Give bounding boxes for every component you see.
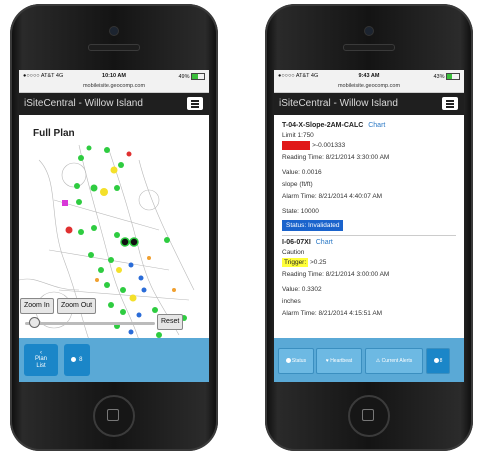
status-button-label: Status	[291, 358, 307, 364]
menu-icon[interactable]	[442, 97, 458, 110]
info-icon	[433, 358, 439, 364]
home-button[interactable]	[348, 395, 390, 437]
info-button[interactable]: 8	[426, 348, 450, 374]
speaker-grille	[88, 44, 140, 51]
sensor-name: I-06-07XI	[282, 239, 311, 246]
heart-icon: ♥	[325, 358, 329, 364]
phone-right: ●○○○○ AT&T 4G 9:43 AM 43% mobileisite.ge…	[265, 4, 473, 451]
level-label: Caution	[282, 249, 305, 256]
camera-icon	[109, 26, 119, 36]
page-title: Full Plan	[33, 128, 75, 139]
sensor-header: I-06-07XI Chart	[282, 239, 456, 246]
trigger-value: >-0.001333	[312, 142, 346, 149]
state: State: 10000	[282, 208, 319, 215]
current-alerts-button[interactable]: ⚠ Current Alerts	[365, 348, 423, 374]
reading-time: Reading Time: 8/21/2014 3:30:00 AM	[282, 154, 390, 161]
battery-icon	[191, 73, 205, 80]
trigger-badge: Trigger:	[282, 258, 309, 267]
app-title: iSiteCentral - Willow Island	[24, 98, 143, 109]
screen-alerts: ●○○○○ AT&T 4G 9:43 AM 43% mobileisite.ge…	[274, 70, 464, 382]
app-title-bar: iSiteCentral - Willow Island	[19, 93, 209, 115]
battery-indicator: 43%	[433, 73, 460, 80]
sensor-header: T-04-X-Slope-2AM-CALC Chart	[282, 122, 456, 129]
limit-label: Limit 1:750	[282, 132, 314, 139]
phone-left: ●○○○○ AT&T 4G 10:10 AM 49% mobileisite.g…	[10, 4, 218, 451]
value: Value: 0.0016	[282, 169, 322, 176]
status-bar: ●○○○○ AT&T 4G 9:43 AM 43%	[274, 70, 464, 82]
app-title-bar: iSiteCentral - Willow Island	[274, 93, 464, 115]
zoom-slider-thumb[interactable]	[29, 317, 40, 328]
status-icon	[285, 358, 291, 364]
battery-indicator: 49%	[178, 73, 205, 80]
current-alerts-button-label: Current Alerts	[381, 358, 413, 364]
battery-percent: 49%	[178, 73, 190, 80]
status-button[interactable]: Status	[278, 348, 314, 374]
zoom-in-button[interactable]: Zoom In	[20, 298, 54, 314]
speaker-grille	[343, 44, 395, 51]
app-title: iSiteCentral - Willow Island	[279, 98, 398, 109]
value: Value: 0.3302	[282, 286, 322, 293]
zoom-slider-track[interactable]	[25, 322, 155, 325]
units: slope (ft/ft)	[282, 181, 313, 188]
camera-icon	[364, 26, 374, 36]
alarm-time: Alarm Time: 8/21/2014 4:15:51 AM	[282, 310, 383, 317]
info-button[interactable]: 8	[64, 344, 90, 376]
status-bar: ●○○○○ AT&T 4G 10:10 AM 49%	[19, 70, 209, 82]
trigger-value: >0.25	[309, 259, 327, 266]
url-bar[interactable]: mobileisite.geocomp.com	[274, 82, 464, 93]
zoom-out-button[interactable]: Zoom Out	[57, 298, 97, 314]
bottom-toolbar: ‹ Plan List 8	[19, 338, 209, 382]
alarm-time: Alarm Time: 8/21/2014 4:40:07 AM	[282, 193, 383, 200]
trigger-badge: Trigger	[282, 141, 311, 150]
warning-icon: ⚠	[375, 358, 381, 364]
info-count: 8	[79, 357, 83, 363]
plan-list-label: Plan List	[34, 356, 47, 369]
info-count: 8	[439, 358, 443, 364]
units: inches	[282, 298, 301, 305]
alert-list: T-04-X-Slope-2AM-CALC Chart Limit 1:750 …	[274, 114, 464, 338]
divider	[282, 235, 456, 236]
info-icon	[71, 356, 77, 362]
screen-plan: ●○○○○ AT&T 4G 10:10 AM 49% mobileisite.g…	[19, 70, 209, 382]
sensor-name: T-04-X-Slope-2AM-CALC	[282, 122, 364, 129]
home-button[interactable]	[93, 395, 135, 437]
heartbeat-button[interactable]: ♥ Heartbeat	[316, 348, 362, 374]
battery-icon	[446, 73, 460, 80]
menu-icon[interactable]	[187, 97, 203, 110]
reset-button[interactable]: Reset	[157, 314, 184, 330]
trigger-row: Trigger: >0.25	[282, 258, 456, 267]
chart-link[interactable]: Chart	[316, 239, 333, 246]
plan-list-button[interactable]: ‹ Plan List	[24, 344, 58, 376]
trigger-row: Trigger >-0.001333	[282, 141, 456, 150]
bottom-toolbar: Status ♥ Heartbeat ⚠ Current Alerts 8	[274, 338, 464, 382]
battery-percent: 43%	[433, 73, 445, 80]
heartbeat-button-label: Heartbeat	[330, 358, 353, 364]
chart-link[interactable]: Chart	[368, 122, 385, 129]
status-badge: Status: Invalidated	[282, 220, 344, 231]
url-bar[interactable]: mobileisite.geocomp.com	[19, 82, 209, 93]
reading-time: Reading Time: 8/21/2014 3:00:00 AM	[282, 271, 390, 278]
